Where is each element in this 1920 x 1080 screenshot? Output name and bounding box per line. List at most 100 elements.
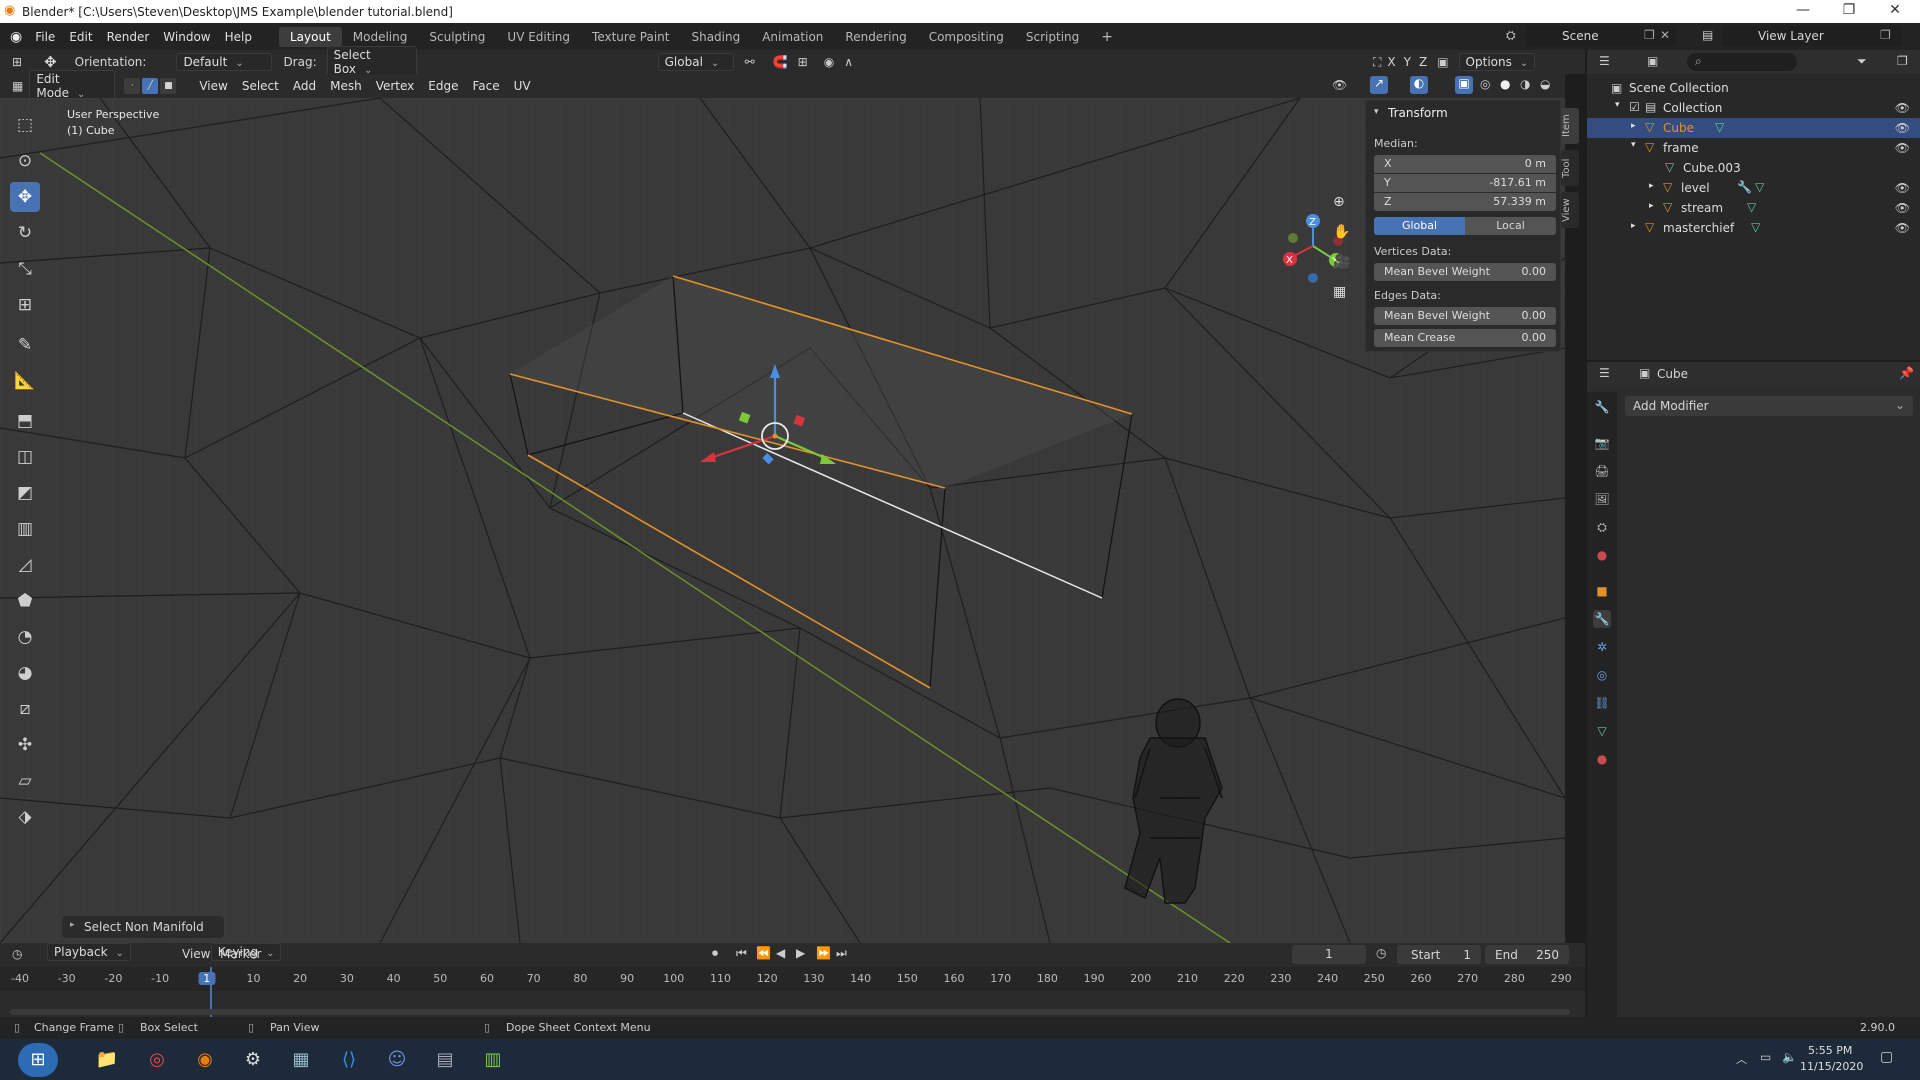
expand-arrow-icon[interactable]: ▾ bbox=[1615, 100, 1620, 110]
expand-arrow-icon[interactable]: ▸ bbox=[1649, 181, 1654, 191]
smooth-tool-icon[interactable]: ◕ bbox=[10, 658, 40, 688]
ortho-grid-icon[interactable]: ▦ bbox=[1333, 284, 1346, 300]
start-button-icon[interactable]: ⊞ bbox=[18, 1043, 58, 1077]
scale-tool-icon[interactable]: ⤡ bbox=[10, 254, 40, 284]
visibility-icon[interactable]: 👁 bbox=[1332, 78, 1347, 92]
constraints-props-icon[interactable]: ⛓ bbox=[1593, 694, 1611, 712]
move-tool-button-icon[interactable]: ✥ bbox=[10, 182, 40, 212]
global-toggle[interactable]: Global bbox=[1374, 217, 1465, 235]
end-frame-field[interactable]: End 250 bbox=[1485, 945, 1569, 964]
falloff-icon[interactable]: ∧ bbox=[844, 55, 853, 69]
close-button[interactable]: ✕ bbox=[1872, 0, 1918, 23]
rip-region-tool-icon[interactable]: ⬗ bbox=[10, 802, 40, 832]
overlay-toggle-icon[interactable]: ◐ bbox=[1410, 76, 1428, 94]
timeline-scrollbar[interactable] bbox=[10, 1009, 1570, 1015]
pin-icon[interactable]: 📌 bbox=[1899, 366, 1914, 380]
tab-modeling[interactable]: Modeling bbox=[342, 27, 419, 47]
menu-render[interactable]: Render bbox=[100, 30, 157, 44]
knife-tool-icon[interactable]: ◿ bbox=[10, 550, 40, 580]
mirror-x[interactable]: X bbox=[1387, 55, 1395, 69]
solid-shading-icon[interactable]: ● bbox=[1500, 77, 1510, 91]
physics-props-icon[interactable]: ◎ bbox=[1593, 666, 1611, 684]
clock-icon[interactable]: ◷ bbox=[1376, 946, 1386, 960]
checkbox-icon[interactable]: ☑ bbox=[1629, 100, 1640, 114]
tab-animation[interactable]: Animation bbox=[751, 27, 834, 47]
tab-shading[interactable]: Shading bbox=[680, 27, 751, 47]
discord-icon[interactable]: ☺ bbox=[380, 1043, 414, 1077]
outliner-row-scene-collection[interactable]: ▣ Scene Collection bbox=[1587, 78, 1920, 98]
last-operator-panel[interactable]: ▸ Select Non Manifold bbox=[62, 916, 224, 938]
editor-type-icon[interactable]: ⊞ bbox=[12, 55, 22, 69]
chrome-icon[interactable]: ◎ bbox=[140, 1043, 174, 1077]
scene-remove-icon[interactable]: ✕ bbox=[1660, 28, 1670, 42]
tab-tool[interactable]: Tool bbox=[1561, 150, 1579, 186]
timeline-editor-icon[interactable]: ◷ bbox=[12, 947, 22, 961]
pan-hand-icon[interactable]: ✋ bbox=[1333, 224, 1350, 240]
blender-menu-icon[interactable]: ◉ bbox=[10, 29, 22, 45]
loop-cut-tool-icon[interactable]: ▥ bbox=[10, 514, 40, 544]
tray-arrow-icon[interactable]: ︿ bbox=[1736, 1051, 1747, 1067]
expand-arrow-icon[interactable]: ▸ bbox=[1649, 201, 1654, 211]
menu-window[interactable]: Window bbox=[156, 30, 217, 44]
median-x-field[interactable]: X0 m bbox=[1374, 155, 1556, 173]
cursor-tool-icon[interactable]: ⊙ bbox=[10, 146, 40, 176]
median-y-field[interactable]: Y -817.61 m bbox=[1374, 174, 1556, 192]
visibility-eye-icon[interactable]: 👁 bbox=[1895, 121, 1910, 135]
rendered-shading-icon[interactable]: ◒ bbox=[1540, 77, 1550, 91]
menu-vertex[interactable]: Vertex bbox=[369, 79, 422, 93]
expand-arrow-icon[interactable]: ▸ bbox=[1631, 121, 1636, 131]
maximize-button[interactable]: ❐ bbox=[1826, 0, 1872, 23]
properties-editor-icon[interactable]: ☰ bbox=[1599, 366, 1610, 380]
menu-add[interactable]: Add bbox=[286, 79, 323, 93]
transform-tool-icon[interactable]: ⊞ bbox=[10, 290, 40, 320]
xray-toggle-icon[interactable]: ▣ bbox=[1455, 76, 1473, 94]
material-shading-icon[interactable]: ◑ bbox=[1520, 77, 1530, 91]
jump-start-icon[interactable]: ⏮ bbox=[736, 946, 747, 961]
3d-viewport[interactable]: Z X Y User Perspective (1) Cube ⊕ ✋ 🎥 ▦ … bbox=[0, 98, 1565, 943]
wireframe-shading-icon[interactable]: ◎ bbox=[1480, 77, 1490, 91]
record-icon[interactable]: ⏺ bbox=[712, 946, 718, 961]
add-workspace-icon[interactable]: + bbox=[1090, 26, 1124, 48]
outliner-row-level[interactable]: ▸ ▽ level 🔧 ▽ 👁 bbox=[1587, 178, 1920, 198]
tab-layout[interactable]: Layout bbox=[278, 26, 342, 47]
visibility-eye-icon[interactable]: 👁 bbox=[1895, 201, 1910, 215]
vertex-select-icon[interactable]: ⋅ bbox=[124, 78, 141, 94]
object-props-icon[interactable]: ■ bbox=[1593, 582, 1611, 600]
visibility-eye-icon[interactable]: 👁 bbox=[1895, 221, 1910, 235]
poly-build-tool-icon[interactable]: ⬟ bbox=[10, 586, 40, 616]
marker-menu[interactable]: Marker bbox=[220, 947, 261, 961]
tab-scripting[interactable]: Scripting bbox=[1015, 27, 1090, 47]
annotate-tool-icon[interactable]: ✎ bbox=[10, 330, 40, 360]
menu-edge[interactable]: Edge bbox=[421, 79, 465, 93]
view-layer-props-icon[interactable]: 🖼 bbox=[1593, 490, 1611, 508]
start-frame-field[interactable]: Start 1 bbox=[1397, 945, 1481, 964]
edge-slide-tool-icon[interactable]: ⧄ bbox=[10, 694, 40, 724]
vertex-bevel-weight-field[interactable]: Mean Bevel Weight 0.00 bbox=[1374, 263, 1556, 281]
notepad-icon[interactable]: ▥ bbox=[476, 1043, 510, 1077]
snap-icon[interactable]: 🧲 bbox=[773, 55, 788, 69]
select-box-tool-icon[interactable]: ⬚ bbox=[10, 110, 40, 140]
rotate-tool-icon[interactable]: ↻ bbox=[10, 218, 40, 248]
next-keyframe-icon[interactable]: ⏩ bbox=[816, 946, 831, 960]
expand-arrow-icon[interactable]: ▾ bbox=[1631, 140, 1636, 150]
volume-icon[interactable]: 🔈 bbox=[1782, 1050, 1797, 1064]
play-reverse-icon[interactable]: ◀ bbox=[776, 946, 785, 960]
shrink-fatten-tool-icon[interactable]: ✣ bbox=[10, 730, 40, 760]
auto-merge-icon[interactable]: ▣ bbox=[1437, 55, 1448, 69]
mean-crease-field[interactable]: Mean Crease 0.00 bbox=[1374, 329, 1556, 347]
median-z-field[interactable]: Z 57.339 m bbox=[1374, 193, 1556, 211]
timeline-ruler[interactable]: -40 -30 -20 -10 1 10 20 30 40 50 60 70 80 90 100 110 120… bbox=[0, 967, 1585, 991]
expand-arrow-icon[interactable]: ▸ bbox=[1631, 221, 1636, 231]
gizmo-toggle-icon[interactable]: ↗ bbox=[1370, 76, 1388, 94]
zoom-icon[interactable]: ⊕ bbox=[1333, 194, 1345, 210]
particles-props-icon[interactable]: ✲ bbox=[1593, 638, 1611, 656]
display-mode-icon[interactable]: ▣ bbox=[1647, 54, 1658, 68]
pivot-icon[interactable]: ⚯ bbox=[745, 55, 755, 69]
shear-tool-icon[interactable]: ▱ bbox=[10, 766, 40, 796]
tab-item[interactable]: Item bbox=[1561, 108, 1579, 144]
camera-view-icon[interactable]: 🎥 bbox=[1333, 254, 1350, 270]
mirror-icon[interactable]: ⛶ bbox=[1373, 55, 1381, 70]
play-icon[interactable]: ▶ bbox=[796, 946, 805, 960]
world-props-icon[interactable]: ● bbox=[1593, 546, 1611, 564]
view-layer-new-icon[interactable]: ❐ bbox=[1880, 28, 1891, 42]
